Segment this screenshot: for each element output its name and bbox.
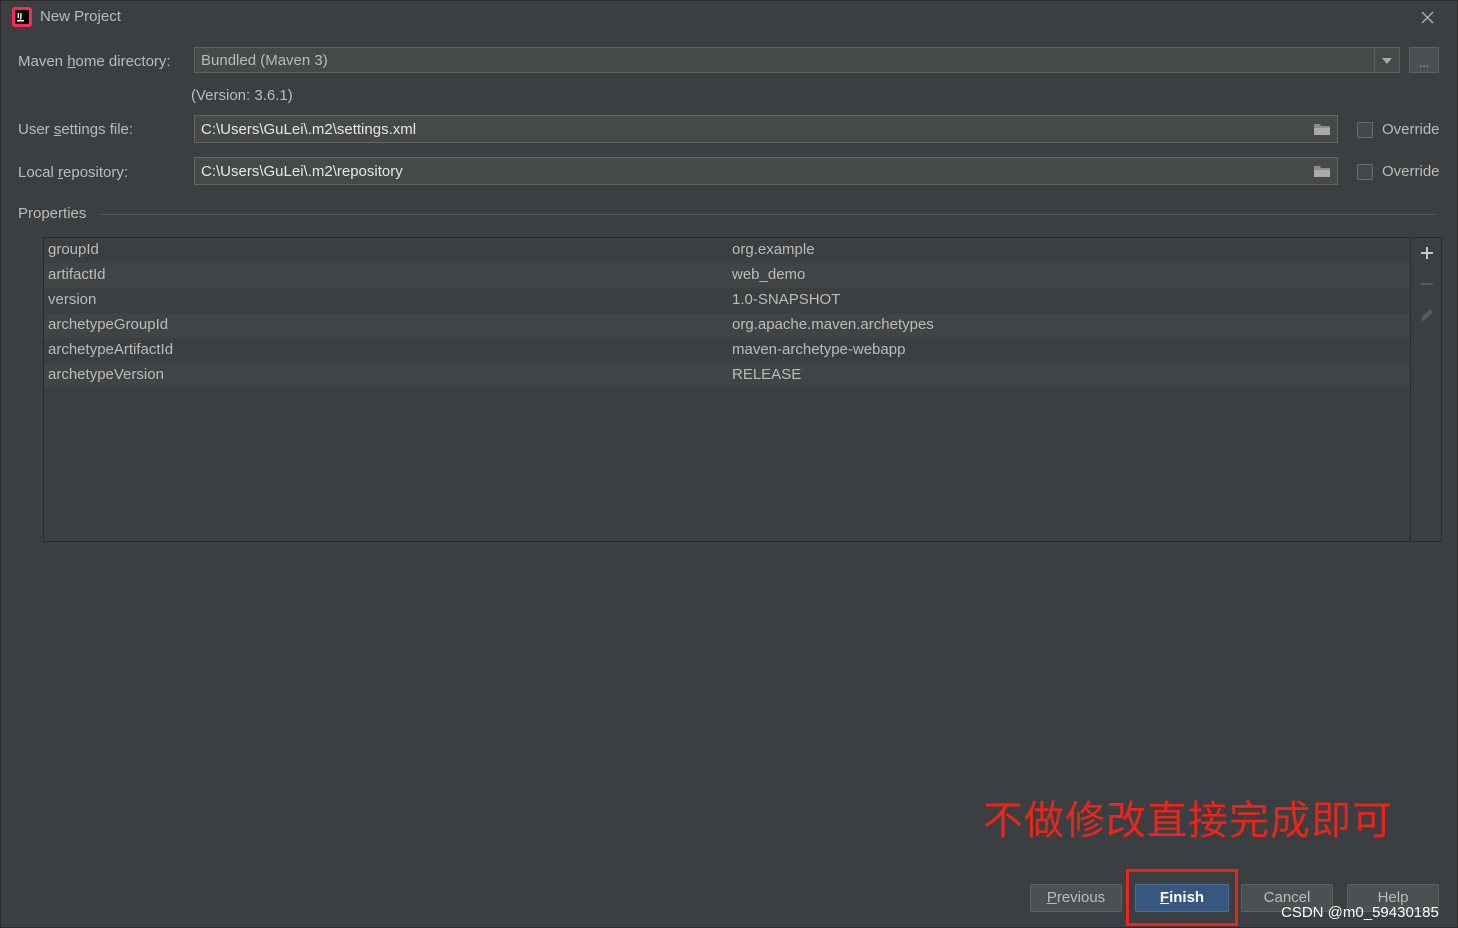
intellij-idea-icon: IJ	[12, 7, 32, 27]
property-key: groupId	[48, 241, 99, 258]
folder-icon[interactable]	[1313, 122, 1331, 136]
property-value: org.example	[732, 241, 815, 258]
minus-icon[interactable]	[1417, 274, 1437, 294]
table-row[interactable]: version 1.0-SNAPSHOT	[44, 288, 1410, 313]
repo-override-checkbox[interactable]	[1357, 164, 1373, 180]
local-repository-label: Local repository:	[18, 164, 129, 181]
property-value: org.apache.maven.archetypes	[732, 316, 934, 333]
properties-toolbar	[1412, 237, 1442, 542]
browse-maven-home-button[interactable]: ...	[1409, 47, 1439, 73]
settings-override-checkbox[interactable]	[1357, 122, 1373, 138]
properties-label: Properties	[18, 205, 87, 222]
user-settings-label: User settings file:	[18, 121, 134, 138]
local-repository-value: C:\Users\GuLei\.m2\repository	[201, 163, 403, 180]
svg-text:IJ: IJ	[17, 12, 22, 20]
previous-button[interactable]: Previous	[1030, 884, 1122, 912]
table-row[interactable]: archetypeArtifactId maven-archetype-weba…	[44, 338, 1410, 363]
repo-override-label[interactable]: Override	[1382, 163, 1440, 180]
watermark-text: CSDN @m0_59430185	[1281, 904, 1439, 921]
table-row[interactable]: artifactId web_demo	[44, 263, 1410, 288]
property-key: version	[48, 291, 97, 308]
property-key: archetypeArtifactId	[48, 341, 174, 358]
property-value: maven-archetype-webapp	[732, 341, 906, 358]
property-value: 1.0-SNAPSHOT	[732, 291, 841, 308]
user-settings-value: C:\Users\GuLei\.m2\settings.xml	[201, 121, 417, 138]
properties-separator	[98, 214, 1438, 215]
table-row[interactable]: archetypeGroupId org.apache.maven.archet…	[44, 313, 1410, 338]
maven-home-label: Maven home directory:	[18, 53, 171, 70]
maven-home-combobox[interactable]: Bundled (Maven 3)	[194, 47, 1400, 73]
property-value: RELEASE	[732, 366, 802, 383]
chevron-down-icon[interactable]	[1374, 48, 1399, 72]
table-row[interactable]: archetypeVersion RELEASE	[44, 363, 1410, 388]
maven-home-value: Bundled (Maven 3)	[201, 52, 328, 69]
new-project-dialog: IJ New Project Maven home directory: Bun…	[0, 0, 1458, 928]
property-key: artifactId	[48, 266, 106, 283]
finish-highlight-box	[1126, 869, 1238, 926]
pencil-icon[interactable]	[1417, 305, 1437, 325]
folder-icon[interactable]	[1313, 164, 1331, 178]
property-key: archetypeGroupId	[48, 316, 169, 333]
title-bar: IJ New Project	[1, 1, 1457, 33]
table-row[interactable]: groupId org.example	[44, 238, 1410, 263]
settings-override-label[interactable]: Override	[1382, 121, 1440, 138]
user-settings-field[interactable]: C:\Users\GuLei\.m2\settings.xml	[194, 115, 1338, 143]
close-icon[interactable]	[1415, 5, 1439, 29]
local-repository-field[interactable]: C:\Users\GuLei\.m2\repository	[194, 157, 1338, 185]
property-key: archetypeVersion	[48, 366, 164, 383]
maven-version-text: (Version: 3.6.1)	[191, 87, 293, 104]
properties-table[interactable]: groupId org.example artifactId web_demo …	[43, 237, 1411, 542]
window-title: New Project	[40, 8, 121, 25]
property-value: web_demo	[732, 266, 806, 283]
annotation-text: 不做修改直接完成即可	[983, 798, 1393, 844]
plus-icon[interactable]	[1417, 243, 1437, 263]
